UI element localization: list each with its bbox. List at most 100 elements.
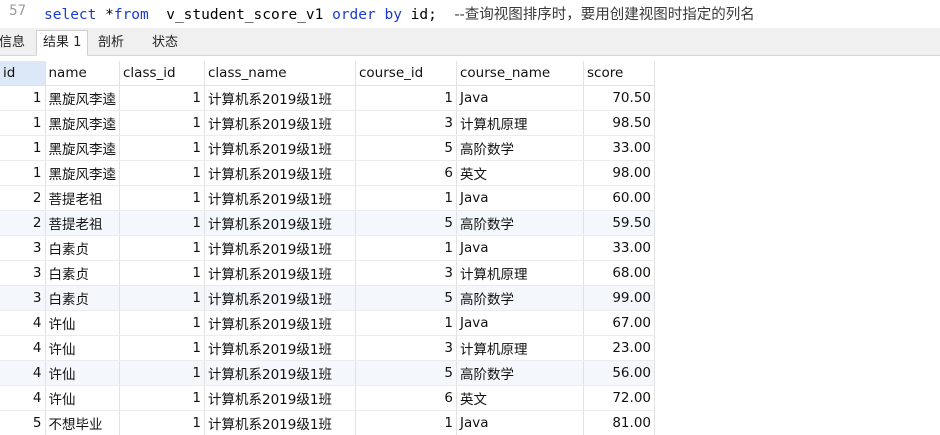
cell-id[interactable]: 4 <box>0 360 46 386</box>
table-row[interactable]: 2 菩提老祖 1 计算机系2019级1班 5 高阶数学 59.50 <box>0 210 655 236</box>
cell-name[interactable]: 白素贞 <box>45 260 120 286</box>
cell-course-id[interactable]: 1 <box>355 235 457 261</box>
column-header-name[interactable]: name <box>45 61 120 86</box>
table-row[interactable]: 4 许仙 1 计算机系2019级1班 1 Java 67.00 <box>0 310 655 336</box>
cell-class-id[interactable]: 1 <box>119 310 205 336</box>
cell-class-id[interactable]: 1 <box>119 335 205 361</box>
column-header-id[interactable]: id <box>0 61 46 86</box>
cell-class-name[interactable]: 计算机系2019级1班 <box>204 310 356 336</box>
cell-class-name[interactable]: 计算机系2019级1班 <box>204 135 356 161</box>
cell-id[interactable]: 1 <box>0 135 46 161</box>
tab-2[interactable]: 剖析 <box>91 30 131 54</box>
table-row[interactable]: 2 菩提老祖 1 计算机系2019级1班 1 Java 60.00 <box>0 185 655 211</box>
cell-id[interactable]: 2 <box>0 185 46 211</box>
cell-id[interactable]: 4 <box>0 385 46 411</box>
cell-course-name[interactable]: Java <box>456 85 584 111</box>
sql-editor-line[interactable]: 57 select *from v_student_score_v1 order… <box>0 0 940 26</box>
cell-class-name[interactable]: 计算机系2019级1班 <box>204 235 356 261</box>
cell-class-id[interactable]: 1 <box>119 85 205 111</box>
sql-code[interactable]: select *from v_student_score_v1 order by… <box>44 3 755 24</box>
table-row[interactable]: 1 黑旋风李逵 1 计算机系2019级1班 6 英文 98.00 <box>0 160 655 186</box>
cell-name[interactable]: 许仙 <box>45 360 120 386</box>
column-header-class-id[interactable]: class_id <box>119 61 205 86</box>
cell-id[interactable]: 1 <box>0 110 46 136</box>
cell-class-name[interactable]: 计算机系2019级1班 <box>204 210 356 236</box>
cell-id[interactable]: 1 <box>0 160 46 186</box>
cell-id[interactable]: 3 <box>0 260 46 286</box>
cell-class-id[interactable]: 1 <box>119 185 205 211</box>
cell-id[interactable]: 3 <box>0 235 46 261</box>
cell-name[interactable]: 菩提老祖 <box>45 210 120 236</box>
cell-class-name[interactable]: 计算机系2019级1班 <box>204 410 356 435</box>
cell-class-name[interactable]: 计算机系2019级1班 <box>204 110 356 136</box>
cell-score[interactable]: 60.00 <box>583 185 655 211</box>
table-row[interactable]: 4 许仙 1 计算机系2019级1班 3 计算机原理 23.00 <box>0 335 655 361</box>
column-header-class-name[interactable]: class_name <box>204 61 356 86</box>
cell-course-id[interactable]: 6 <box>355 385 457 411</box>
cell-id[interactable]: 3 <box>0 285 46 311</box>
cell-score[interactable]: 23.00 <box>583 335 655 361</box>
cell-course-id[interactable]: 1 <box>355 310 457 336</box>
cell-course-id[interactable]: 1 <box>355 410 457 435</box>
cell-course-name[interactable]: 高阶数学 <box>456 360 584 386</box>
table-row[interactable]: 1 黑旋风李逵 1 计算机系2019级1班 5 高阶数学 33.00 <box>0 135 655 161</box>
column-header-course-id[interactable]: course_id <box>355 61 457 86</box>
cell-class-name[interactable]: 计算机系2019级1班 <box>204 335 356 361</box>
cell-score[interactable]: 99.00 <box>583 285 655 311</box>
cell-class-id[interactable]: 1 <box>119 235 205 261</box>
cell-class-id[interactable]: 1 <box>119 410 205 435</box>
cell-course-name[interactable]: Java <box>456 185 584 211</box>
cell-class-id[interactable]: 1 <box>119 285 205 311</box>
cell-course-name[interactable]: 高阶数学 <box>456 135 584 161</box>
cell-score[interactable]: 56.00 <box>583 360 655 386</box>
cell-course-name[interactable]: 高阶数学 <box>456 210 584 236</box>
cell-name[interactable]: 白素贞 <box>45 285 120 311</box>
table-row[interactable]: 3 白素贞 1 计算机系2019级1班 1 Java 33.00 <box>0 235 655 261</box>
cell-class-name[interactable]: 计算机系2019级1班 <box>204 185 356 211</box>
cell-id[interactable]: 5 <box>0 410 46 435</box>
table-row[interactable]: 4 许仙 1 计算机系2019级1班 5 高阶数学 56.00 <box>0 360 655 386</box>
cell-name[interactable]: 黑旋风李逵 <box>45 160 120 186</box>
cell-course-id[interactable]: 3 <box>355 260 457 286</box>
cell-class-id[interactable]: 1 <box>119 385 205 411</box>
cell-class-id[interactable]: 1 <box>119 360 205 386</box>
tab-1[interactable]: 结果 1 <box>36 30 89 56</box>
cell-score[interactable]: 33.00 <box>583 135 655 161</box>
column-header-course-name[interactable]: course_name <box>456 61 584 86</box>
cell-name[interactable]: 黑旋风李逵 <box>45 110 120 136</box>
cell-class-id[interactable]: 1 <box>119 210 205 236</box>
cell-course-name[interactable]: 英文 <box>456 385 584 411</box>
cell-course-id[interactable]: 5 <box>355 210 457 236</box>
cell-course-id[interactable]: 5 <box>355 285 457 311</box>
cell-course-id[interactable]: 6 <box>355 160 457 186</box>
cell-id[interactable]: 4 <box>0 335 46 361</box>
tab-3[interactable]: 状态 <box>145 30 185 54</box>
cell-score[interactable]: 59.50 <box>583 210 655 236</box>
cell-score[interactable]: 72.00 <box>583 385 655 411</box>
cell-score[interactable]: 70.50 <box>583 85 655 111</box>
cell-name[interactable]: 许仙 <box>45 385 120 411</box>
cell-class-name[interactable]: 计算机系2019级1班 <box>204 160 356 186</box>
cell-course-id[interactable]: 3 <box>355 335 457 361</box>
cell-name[interactable]: 白素贞 <box>45 235 120 261</box>
tab-0[interactable]: 信息 <box>0 30 32 54</box>
cell-id[interactable]: 1 <box>0 85 46 111</box>
table-row[interactable]: 4 许仙 1 计算机系2019级1班 6 英文 72.00 <box>0 385 655 411</box>
cell-name[interactable]: 不想毕业 <box>45 410 120 435</box>
column-header-score[interactable]: score <box>583 61 655 86</box>
table-row[interactable]: 1 黑旋风李逵 1 计算机系2019级1班 3 计算机原理 98.50 <box>0 110 655 136</box>
cell-name[interactable]: 许仙 <box>45 335 120 361</box>
cell-course-id[interactable]: 3 <box>355 110 457 136</box>
cell-course-name[interactable]: Java <box>456 310 584 336</box>
cell-name[interactable]: 许仙 <box>45 310 120 336</box>
cell-score[interactable]: 68.00 <box>583 260 655 286</box>
cell-id[interactable]: 4 <box>0 310 46 336</box>
cell-name[interactable]: 黑旋风李逵 <box>45 85 120 111</box>
table-row[interactable]: 5 不想毕业 1 计算机系2019级1班 1 Java 81.00 <box>0 410 655 435</box>
cell-course-name[interactable]: Java <box>456 410 584 435</box>
cell-course-id[interactable]: 5 <box>355 360 457 386</box>
cell-score[interactable]: 98.50 <box>583 110 655 136</box>
cell-course-id[interactable]: 1 <box>355 85 457 111</box>
cell-class-id[interactable]: 1 <box>119 260 205 286</box>
cell-class-name[interactable]: 计算机系2019级1班 <box>204 260 356 286</box>
